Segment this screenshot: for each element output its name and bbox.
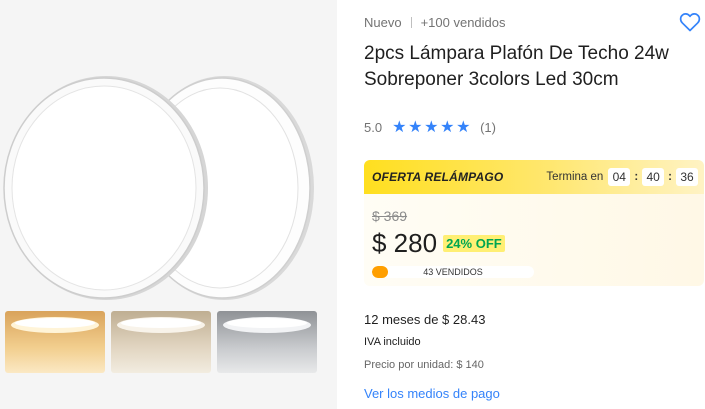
countdown-seconds: 36 bbox=[676, 168, 698, 186]
unit-price-text: Precio por unidad: $ 140 bbox=[364, 359, 484, 371]
thumbnail-warm-light[interactable] bbox=[5, 311, 105, 373]
ceiling-lamps-illustration bbox=[3, 76, 314, 300]
product-info-panel: Nuevo +100 vendidos 2pcs Lámpara Plafón … bbox=[337, 0, 705, 409]
favorite-heart-icon[interactable] bbox=[678, 10, 702, 34]
payment-methods-link[interactable]: Ver los medios de pago bbox=[364, 386, 500, 401]
rating-stars: ★ ★ ★ ★ ★ bbox=[392, 119, 472, 136]
flash-deal-box: OFERTA RELÁMPAGO Termina en 04 : 40 : 36… bbox=[364, 160, 704, 286]
flash-deal-header: OFERTA RELÁMPAGO Termina en 04 : 40 : 36 bbox=[364, 160, 704, 194]
product-title: 2pcs Lámpara Plafón De Techo 24w Sobrepo… bbox=[364, 43, 669, 90]
star-icon: ★ bbox=[440, 119, 455, 136]
rating-count: (1) bbox=[480, 120, 496, 135]
sold-progress-label: 43 VENDIDOS bbox=[423, 267, 483, 277]
current-price: $ 280 bbox=[372, 228, 438, 258]
thumbnail-cool-light[interactable] bbox=[217, 311, 317, 373]
tax-included-text: IVA incluido bbox=[364, 336, 421, 348]
star-icon: ★ bbox=[392, 119, 407, 136]
countdown-separator: : bbox=[634, 171, 639, 183]
subtitle-divider bbox=[410, 17, 412, 28]
thumbnail-neutral-light[interactable] bbox=[111, 311, 211, 373]
countdown-separator: : bbox=[668, 171, 672, 183]
sold-progress-bar: 43 VENDIDOS bbox=[372, 266, 534, 278]
discount-badge: 24% OFF bbox=[443, 235, 505, 252]
thumbnail-strip bbox=[5, 311, 317, 373]
price-row: $ 280 24% OFF bbox=[372, 228, 505, 259]
condition-label: Nuevo bbox=[364, 15, 402, 30]
original-price: $ 369 bbox=[372, 208, 408, 224]
countdown-hours: 04 bbox=[608, 168, 631, 186]
product-subtitle: Nuevo +100 vendidos bbox=[364, 15, 506, 30]
rating-summary[interactable]: 5.0 ★ ★ ★ ★ ★ (1) bbox=[364, 119, 496, 136]
flash-deal-label: OFERTA RELÁMPAGO bbox=[372, 170, 504, 184]
star-icon: ★ bbox=[456, 119, 471, 136]
deal-countdown: Termina en 04 : 40 : 36 bbox=[546, 168, 704, 186]
countdown-label: Termina en bbox=[546, 171, 604, 183]
product-gallery bbox=[0, 0, 337, 409]
installments-text: 12 meses de $ 28.43 bbox=[364, 312, 486, 327]
star-icon: ★ bbox=[424, 119, 439, 136]
rating-value: 5.0 bbox=[364, 120, 383, 135]
main-product-image[interactable] bbox=[0, 0, 337, 308]
star-icon: ★ bbox=[408, 119, 423, 136]
countdown-minutes: 40 bbox=[642, 168, 665, 186]
sold-count-label: +100 vendidos bbox=[420, 15, 506, 30]
